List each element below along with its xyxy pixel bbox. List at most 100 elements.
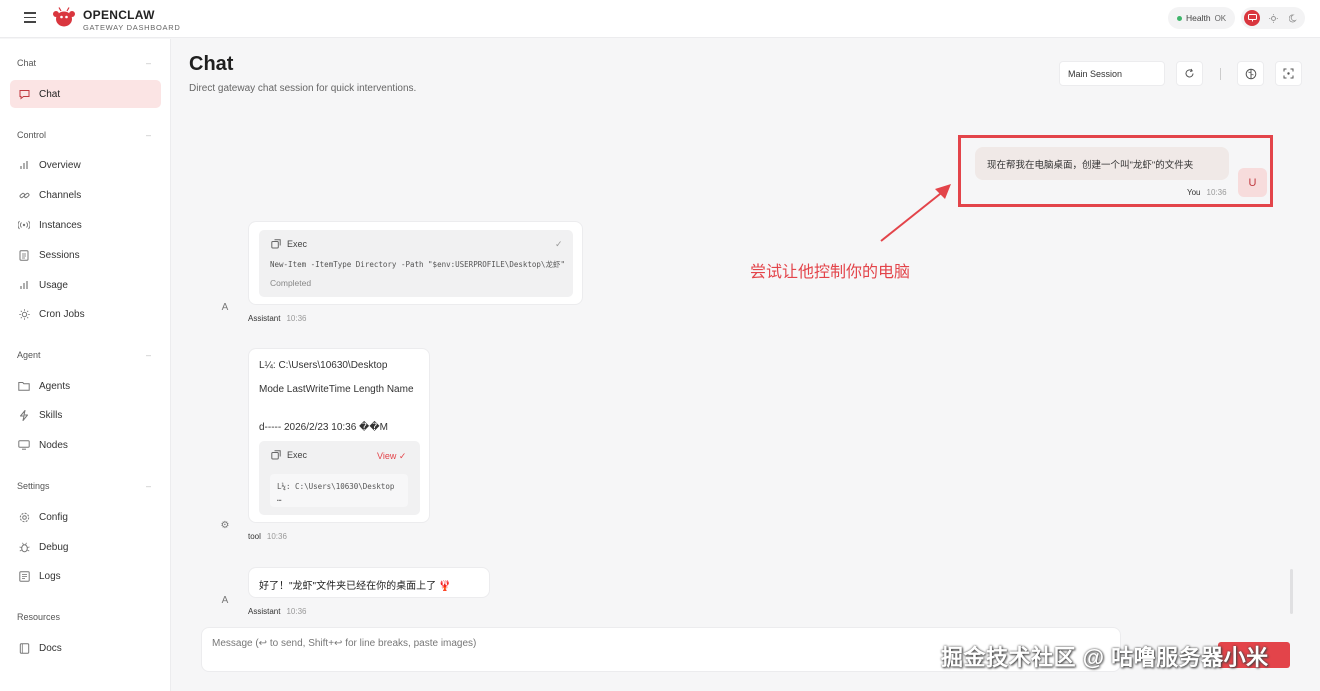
group-chat: Chat [17,58,37,68]
session-select[interactable]: Main Session [1059,61,1165,86]
message-author: Assistant [248,314,281,323]
theme-toggle [1241,7,1305,29]
message-meta: tool 10:36 [248,532,287,541]
sidebar-item-usage[interactable]: Usage [10,271,161,299]
view-button[interactable]: View ✓ [377,451,406,462]
toolbar-divider [1220,68,1221,80]
moon-theme-icon[interactable] [1285,10,1301,26]
sidebar-item-cron-jobs[interactable]: Cron Jobs [10,300,161,328]
gear-icon: ⚙ [220,520,230,531]
health-label: Health [1186,13,1211,23]
collapse-icon[interactable]: – [146,58,151,68]
link-icon [18,189,30,201]
sidebar-item-label: Agents [39,380,71,392]
sidebar-item-logs[interactable]: Logs [10,562,161,590]
sidebar-item-overview[interactable]: Overview [10,151,161,179]
exec-icon [271,450,281,460]
exec-status: Completed [270,278,312,288]
collapse-icon[interactable]: – [146,350,151,360]
exec-header: Exec [271,239,307,249]
gear-icon [18,511,30,523]
group-control: Control [17,130,47,140]
avatar: A [221,595,229,606]
message-time: 10:36 [266,532,287,541]
sidebar-item-label: Skills [39,409,63,421]
brand-subtitle: GATEWAY DASHBOARD [83,23,181,32]
message-meta: Assistant 10:36 [248,607,307,616]
exec-block: Exec ✓ New-Item -ItemType Directory -Pat… [259,230,573,297]
exec-header: Exec [271,450,307,460]
brain-icon [1245,68,1256,79]
broadcast-icon [18,219,30,231]
top-bar: OPENCLAW GATEWAY DASHBOARD Health OK [0,0,1320,38]
main-content: Chat Direct gateway chat session for qui… [171,39,1320,691]
sidebar-item-agents[interactable]: Agents [10,372,161,400]
annotation-highlight-box [958,135,1273,207]
sidebar-item-label: Debug [39,541,69,553]
sidebar-item-label: Overview [39,159,81,171]
sidebar-item-label: Usage [39,279,68,291]
sidebar-item-docs[interactable]: Docs [10,634,161,662]
avatar: A [221,302,229,313]
tool-output-line: d----- 2026/2/23 10:36 ��M [259,422,388,433]
health-dot-icon [1177,15,1182,21]
monitor-icon [18,439,30,451]
folder-icon [18,380,30,392]
sidebar-item-label: Nodes [39,439,68,451]
refresh-icon [1185,68,1194,78]
monitor-theme-icon[interactable] [1244,10,1260,26]
health-badge: Health OK [1168,7,1235,29]
brand-title: OPENCLAW [83,8,155,22]
collapse-icon[interactable]: – [146,130,151,140]
page-title: Chat [189,53,234,75]
sidebar-item-channels[interactable]: Channels [10,181,161,209]
logs-icon [18,570,30,582]
focus-icon [1283,68,1294,79]
hamburger-menu-icon[interactable] [24,12,36,23]
assistant-exec-card: Exec ✓ New-Item -ItemType Directory -Pat… [248,221,583,305]
message-author: Assistant [248,607,281,616]
bar-chart-icon [18,159,30,171]
exec-icon [271,239,281,249]
sidebar-item-sessions[interactable]: Sessions [10,241,161,269]
page-subtitle: Direct gateway chat session for quick in… [189,83,417,94]
sidebar-item-label: Chat [39,88,61,100]
sidebar-item-skills[interactable]: Skills [10,401,161,429]
chat-scrollbar[interactable] [1290,569,1293,614]
sidebar-item-label: Channels [39,189,82,201]
exec-label: Exec [287,450,308,460]
assistant-reply-text: 好了！"龙虾"文件夹已经在你的桌面上了 🦞 [259,581,452,592]
group-resources: Resources [17,612,61,622]
assistant-reply-card: 好了！"龙虾"文件夹已经在你的桌面上了 🦞 [248,567,490,598]
tool-output-line: Mode LastWriteTime Length Name [259,384,414,395]
sun-theme-icon[interactable] [1265,10,1281,26]
refresh-button[interactable] [1176,61,1203,86]
sidebar-item-nodes[interactable]: Nodes [10,431,161,459]
book-icon [18,642,30,654]
watermark-text: 掘金技术社区 @ 咕噜服务器小米 [941,645,1269,670]
sun-icon [18,308,30,320]
collapse-icon[interactable]: – [146,481,151,491]
sidebar-item-label: Instances [39,219,82,231]
tool-output-card: L¼: C:\Users\10630\Desktop Mode LastWrit… [248,348,430,523]
thinking-toggle-button[interactable] [1237,61,1264,86]
exec-command-line: L¼: C:\Users\10630\Desktop [277,482,395,491]
chat-icon [18,88,30,100]
sidebar-item-label: Sessions [39,249,80,261]
sidebar-item-config[interactable]: Config [10,503,161,531]
message-time: 10:36 [286,314,307,323]
sidebar-item-label: Docs [39,642,62,654]
sidebar-item-chat[interactable]: Chat [10,80,161,108]
sidebar-item-label: Config [39,511,68,523]
annotation-arrow-icon [880,184,951,242]
bug-icon [18,541,30,553]
document-icon [18,249,30,261]
message-meta: Assistant 10:36 [248,314,307,323]
sidebar-item-instances[interactable]: Instances [10,211,161,239]
health-status: OK [1214,13,1227,23]
group-settings: Settings [17,481,50,491]
focus-mode-button[interactable] [1275,61,1302,86]
exec-command: New-Item -ItemType Directory -Path "$env… [270,260,565,269]
sidebar-item-debug[interactable]: Debug [10,533,161,561]
exec-label: Exec [287,239,308,249]
